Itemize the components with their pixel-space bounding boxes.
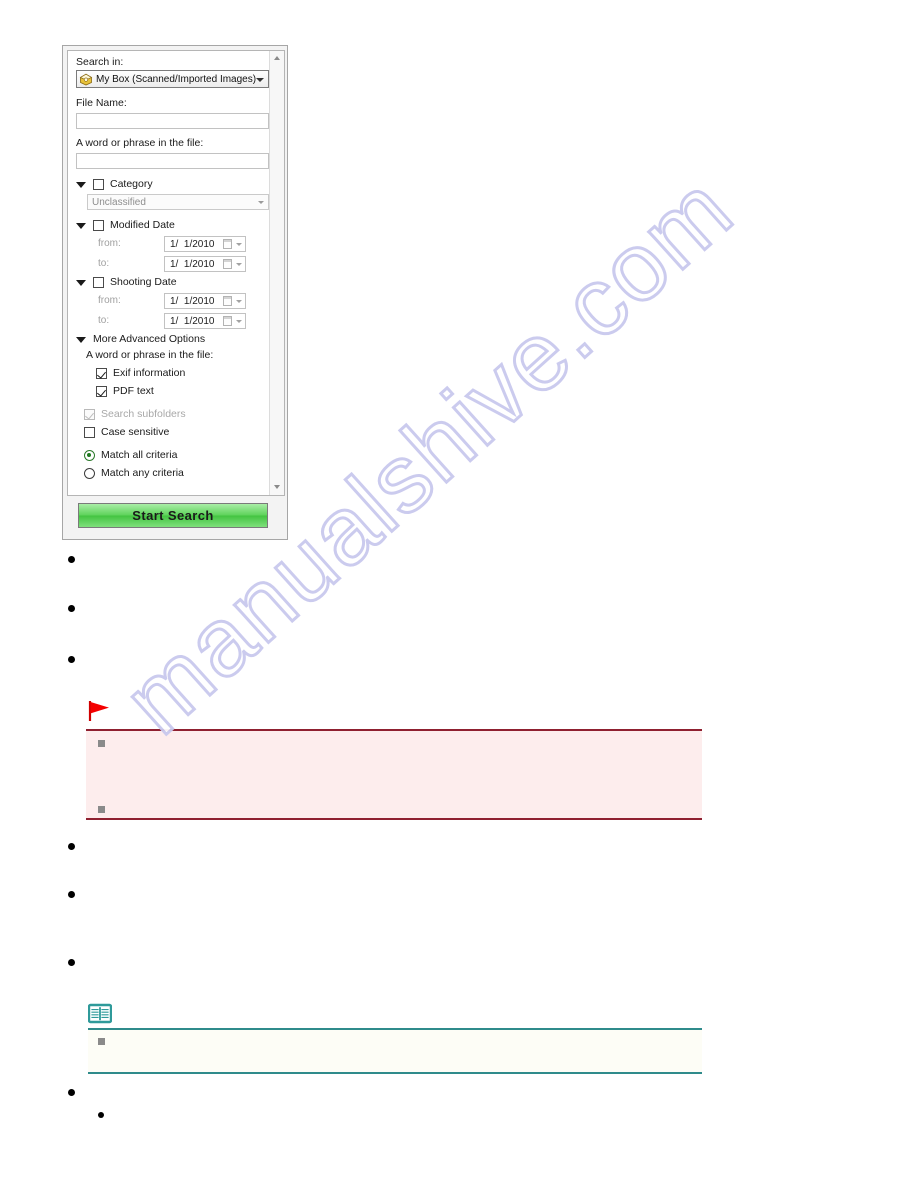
caution-callout-box bbox=[86, 729, 702, 820]
chevron-down-icon bbox=[236, 262, 242, 266]
list-item-bullet bbox=[68, 1089, 75, 1096]
start-search-button[interactable]: Start Search bbox=[78, 503, 268, 528]
list-item-bullet bbox=[68, 843, 75, 850]
my-box-icon bbox=[79, 73, 93, 86]
expand-triangle-icon[interactable] bbox=[76, 181, 86, 188]
expand-triangle-icon[interactable] bbox=[76, 279, 86, 286]
case-sensitive-label: Case sensitive bbox=[101, 425, 170, 438]
expand-triangle-icon[interactable] bbox=[76, 336, 86, 343]
word-phrase-input[interactable] bbox=[76, 153, 269, 169]
scroll-down-arrow-icon[interactable] bbox=[270, 480, 284, 495]
calendar-icon bbox=[223, 258, 232, 269]
pdf-text-label: PDF text bbox=[113, 384, 154, 397]
list-item-sub-bullet bbox=[98, 1112, 104, 1118]
chevron-down-icon bbox=[256, 78, 264, 82]
exif-information-checkbox[interactable] bbox=[96, 367, 107, 379]
note-square-bullet bbox=[98, 1038, 105, 1045]
match-all-criteria-row[interactable]: Match all criteria bbox=[76, 447, 264, 463]
list-item-bullet bbox=[68, 656, 75, 663]
open-book-icon bbox=[87, 1003, 113, 1025]
calendar-icon bbox=[223, 295, 232, 306]
modified-date-label: Modified Date bbox=[110, 219, 175, 231]
modified-date-checkbox[interactable] bbox=[93, 220, 104, 231]
match-any-criteria-label: Match any criteria bbox=[101, 466, 184, 479]
shooting-date-from-value: 1/ 1/2010 bbox=[170, 295, 215, 307]
shooting-date-checkbox[interactable] bbox=[93, 277, 104, 288]
exif-information-row[interactable]: Exif information bbox=[76, 365, 264, 381]
pdf-text-row[interactable]: PDF text bbox=[76, 383, 264, 399]
shooting-date-from-row: from: 1/ 1/2010 bbox=[76, 292, 264, 309]
list-item-bullet bbox=[68, 891, 75, 898]
scroll-up-arrow-icon[interactable] bbox=[270, 51, 284, 66]
search-in-value: My Box (Scanned/Imported Images) bbox=[96, 74, 257, 85]
match-all-criteria-radio[interactable] bbox=[84, 449, 95, 461]
shooting-date-label: Shooting Date bbox=[110, 276, 177, 288]
shooting-date-from-field[interactable]: 1/ 1/2010 bbox=[164, 292, 246, 309]
modified-date-to-value: 1/ 1/2010 bbox=[170, 258, 215, 270]
advanced-options-label: More Advanced Options bbox=[93, 333, 206, 345]
word-phrase-label: A word or phrase in the file: bbox=[76, 137, 204, 149]
list-item-bullet bbox=[68, 605, 75, 612]
modified-date-from-row: from: 1/ 1/2010 bbox=[76, 235, 264, 252]
caution-square-bullet bbox=[98, 740, 105, 747]
list-item-bullet bbox=[68, 556, 75, 563]
category-checkbox[interactable] bbox=[93, 179, 104, 190]
search-dialog-scroll-region: Search in: My Box (Scanned/Imported Imag… bbox=[67, 50, 285, 496]
chevron-down-icon bbox=[258, 201, 264, 204]
category-selected-value: Unclassified bbox=[92, 197, 146, 208]
file-name-input[interactable] bbox=[76, 113, 269, 129]
modified-date-group-header[interactable]: Modified Date bbox=[76, 218, 264, 233]
match-any-criteria-row[interactable]: Match any criteria bbox=[76, 465, 264, 481]
case-sensitive-checkbox[interactable] bbox=[84, 426, 95, 438]
vertical-scrollbar[interactable] bbox=[269, 51, 284, 495]
shooting-date-group-header[interactable]: Shooting Date bbox=[76, 275, 264, 290]
red-flag-icon bbox=[88, 700, 112, 722]
note-callout-box bbox=[88, 1028, 702, 1074]
calendar-icon bbox=[223, 315, 232, 326]
search-in-label: Search in: bbox=[76, 56, 124, 68]
modified-date-to-field[interactable]: 1/ 1/2010 bbox=[164, 255, 246, 272]
dialog-footer: Start Search bbox=[67, 498, 285, 534]
chevron-down-icon bbox=[236, 319, 242, 323]
search-dialog-panel: Search in: My Box (Scanned/Imported Imag… bbox=[62, 45, 288, 540]
category-label: Category bbox=[110, 178, 153, 190]
shooting-date-to-label: to: bbox=[98, 315, 110, 326]
calendar-icon bbox=[223, 238, 232, 249]
modified-date-to-label: to: bbox=[98, 258, 110, 269]
case-sensitive-row[interactable]: Case sensitive bbox=[76, 424, 264, 440]
pdf-text-checkbox[interactable] bbox=[96, 385, 107, 397]
search-subfolders-row: Search subfolders bbox=[76, 406, 264, 422]
caution-square-bullet bbox=[98, 806, 105, 813]
match-all-criteria-label: Match all criteria bbox=[101, 448, 178, 461]
search-dialog-content: Search in: My Box (Scanned/Imported Imag… bbox=[68, 51, 270, 495]
category-select[interactable]: Unclassified bbox=[87, 194, 269, 210]
search-subfolders-checkbox bbox=[84, 408, 95, 420]
advanced-options-group-header[interactable]: More Advanced Options bbox=[76, 332, 264, 347]
modified-date-from-field[interactable]: 1/ 1/2010 bbox=[164, 235, 246, 252]
modified-date-from-value: 1/ 1/2010 bbox=[170, 238, 215, 250]
shooting-date-from-label: from: bbox=[98, 295, 121, 306]
exif-information-label: Exif information bbox=[113, 366, 186, 379]
shooting-date-to-value: 1/ 1/2010 bbox=[170, 315, 215, 327]
chevron-down-icon bbox=[236, 299, 242, 303]
chevron-down-icon bbox=[236, 242, 242, 246]
shooting-date-to-field[interactable]: 1/ 1/2010 bbox=[164, 312, 246, 329]
file-name-label: File Name: bbox=[76, 97, 127, 109]
list-item-bullet bbox=[68, 959, 75, 966]
search-subfolders-label: Search subfolders bbox=[101, 407, 186, 420]
category-group-header[interactable]: Category bbox=[76, 177, 264, 192]
modified-date-to-row: to: 1/ 1/2010 bbox=[76, 255, 264, 272]
search-in-combobox[interactable]: My Box (Scanned/Imported Images) bbox=[76, 70, 269, 88]
shooting-date-to-row: to: 1/ 1/2010 bbox=[76, 312, 264, 329]
expand-triangle-icon[interactable] bbox=[76, 222, 86, 229]
modified-date-from-label: from: bbox=[98, 238, 121, 249]
match-any-criteria-radio[interactable] bbox=[84, 467, 95, 479]
advanced-word-phrase-heading: A word or phrase in the file: bbox=[86, 349, 214, 361]
